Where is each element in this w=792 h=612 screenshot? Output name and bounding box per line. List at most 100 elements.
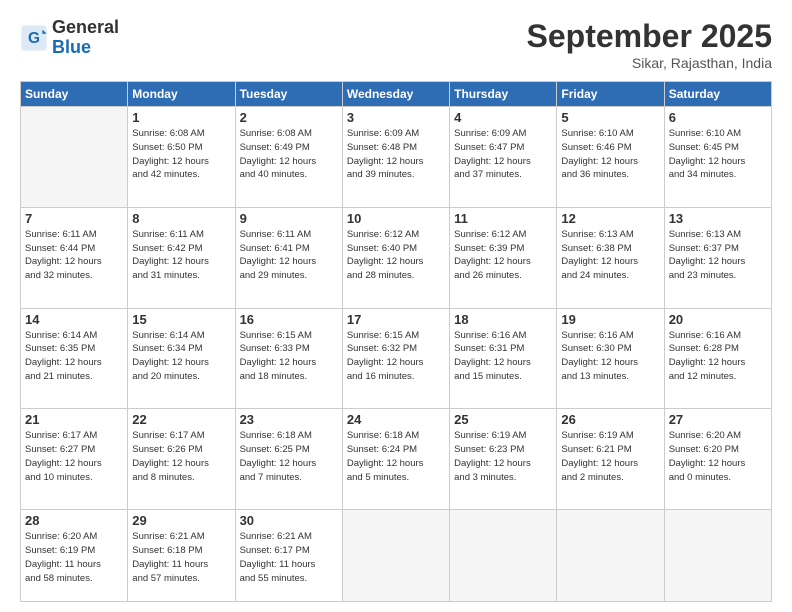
- day-number: 4: [454, 110, 552, 125]
- week-row-4: 21 Sunrise: 6:17 AMSunset: 6:27 PMDayligh…: [21, 409, 772, 510]
- calendar-cell: 4 Sunrise: 6:09 AMSunset: 6:47 PMDaylight…: [450, 107, 557, 208]
- calendar-cell: 17 Sunrise: 6:15 AMSunset: 6:32 PMDayligh…: [342, 308, 449, 409]
- logo-general: General: [52, 18, 119, 38]
- day-number: 6: [669, 110, 767, 125]
- day-number: 1: [132, 110, 230, 125]
- day-info: Sunrise: 6:19 AMSunset: 6:23 PMDaylight:…: [454, 429, 552, 484]
- day-info: Sunrise: 6:08 AMSunset: 6:50 PMDaylight:…: [132, 127, 230, 182]
- calendar-cell: 10 Sunrise: 6:12 AMSunset: 6:40 PMDayligh…: [342, 207, 449, 308]
- calendar-cell: 20Sunrise: 6:16 AMSunset: 6:28 PMDayligh…: [664, 308, 771, 409]
- day-number: 14: [25, 312, 123, 327]
- calendar-cell: 16 Sunrise: 6:15 AMSunset: 6:33 PMDayligh…: [235, 308, 342, 409]
- week-row-1: 1 Sunrise: 6:08 AMSunset: 6:50 PMDaylight…: [21, 107, 772, 208]
- calendar-cell: 30 Sunrise: 6:21 AMSunset: 6:17 PMDayligh…: [235, 510, 342, 602]
- day-info: Sunrise: 6:20 AMSunset: 6:19 PMDaylight:…: [25, 530, 123, 585]
- day-info: Sunrise: 6:20 AMSunset: 6:20 PMDaylight:…: [669, 429, 767, 484]
- day-info: Sunrise: 6:12 AMSunset: 6:40 PMDaylight:…: [347, 228, 445, 283]
- day-info: Sunrise: 6:12 AMSunset: 6:39 PMDaylight:…: [454, 228, 552, 283]
- day-number: 2: [240, 110, 338, 125]
- col-header-wednesday: Wednesday: [342, 82, 449, 107]
- day-number: 29: [132, 513, 230, 528]
- calendar-cell: [557, 510, 664, 602]
- col-header-friday: Friday: [557, 82, 664, 107]
- day-info: Sunrise: 6:10 AMSunset: 6:45 PMDaylight:…: [669, 127, 767, 182]
- day-number: 11: [454, 211, 552, 226]
- week-row-2: 7 Sunrise: 6:11 AMSunset: 6:44 PMDaylight…: [21, 207, 772, 308]
- day-info: Sunrise: 6:17 AMSunset: 6:27 PMDaylight:…: [25, 429, 123, 484]
- calendar: SundayMondayTuesdayWednesdayThursdayFrid…: [20, 81, 772, 602]
- day-info: Sunrise: 6:16 AMSunset: 6:30 PMDaylight:…: [561, 329, 659, 384]
- calendar-cell: [342, 510, 449, 602]
- day-info: Sunrise: 6:15 AMSunset: 6:32 PMDaylight:…: [347, 329, 445, 384]
- calendar-cell: 14Sunrise: 6:14 AMSunset: 6:35 PMDayligh…: [21, 308, 128, 409]
- day-number: 12: [561, 211, 659, 226]
- day-number: 15: [132, 312, 230, 327]
- day-number: 7: [25, 211, 123, 226]
- calendar-cell: 2 Sunrise: 6:08 AMSunset: 6:49 PMDaylight…: [235, 107, 342, 208]
- calendar-cell: 18 Sunrise: 6:16 AMSunset: 6:31 PMDayligh…: [450, 308, 557, 409]
- calendar-cell: 28 Sunrise: 6:20 AMSunset: 6:19 PMDayligh…: [21, 510, 128, 602]
- day-info: Sunrise: 6:08 AMSunset: 6:49 PMDaylight:…: [240, 127, 338, 182]
- day-info: Sunrise: 6:09 AMSunset: 6:47 PMDaylight:…: [454, 127, 552, 182]
- week-row-3: 14Sunrise: 6:14 AMSunset: 6:35 PMDayligh…: [21, 308, 772, 409]
- calendar-cell: 5Sunrise: 6:10 AMSunset: 6:46 PMDaylight…: [557, 107, 664, 208]
- header: G General Blue September 2025 Sikar, Raj…: [20, 18, 772, 71]
- day-info: Sunrise: 6:17 AMSunset: 6:26 PMDaylight:…: [132, 429, 230, 484]
- day-number: 20: [669, 312, 767, 327]
- day-info: Sunrise: 6:16 AMSunset: 6:31 PMDaylight:…: [454, 329, 552, 384]
- day-info: Sunrise: 6:13 AMSunset: 6:38 PMDaylight:…: [561, 228, 659, 283]
- day-number: 17: [347, 312, 445, 327]
- calendar-cell: 1 Sunrise: 6:08 AMSunset: 6:50 PMDaylight…: [128, 107, 235, 208]
- calendar-cell: 6 Sunrise: 6:10 AMSunset: 6:45 PMDaylight…: [664, 107, 771, 208]
- day-number: 22: [132, 412, 230, 427]
- calendar-cell: 19Sunrise: 6:16 AMSunset: 6:30 PMDayligh…: [557, 308, 664, 409]
- col-header-thursday: Thursday: [450, 82, 557, 107]
- month-title: September 2025: [527, 18, 772, 55]
- calendar-cell: 13Sunrise: 6:13 AMSunset: 6:37 PMDayligh…: [664, 207, 771, 308]
- calendar-cell: [664, 510, 771, 602]
- day-number: 3: [347, 110, 445, 125]
- header-row: SundayMondayTuesdayWednesdayThursdayFrid…: [21, 82, 772, 107]
- location-subtitle: Sikar, Rajasthan, India: [527, 55, 772, 71]
- calendar-cell: 7 Sunrise: 6:11 AMSunset: 6:44 PMDaylight…: [21, 207, 128, 308]
- calendar-cell: 21 Sunrise: 6:17 AMSunset: 6:27 PMDayligh…: [21, 409, 128, 510]
- calendar-cell: 8 Sunrise: 6:11 AMSunset: 6:42 PMDaylight…: [128, 207, 235, 308]
- col-header-saturday: Saturday: [664, 82, 771, 107]
- day-info: Sunrise: 6:18 AMSunset: 6:25 PMDaylight:…: [240, 429, 338, 484]
- title-block: September 2025 Sikar, Rajasthan, India: [527, 18, 772, 71]
- day-info: Sunrise: 6:19 AMSunset: 6:21 PMDaylight:…: [561, 429, 659, 484]
- calendar-cell: 24Sunrise: 6:18 AMSunset: 6:24 PMDayligh…: [342, 409, 449, 510]
- col-header-sunday: Sunday: [21, 82, 128, 107]
- day-number: 13: [669, 211, 767, 226]
- day-number: 10: [347, 211, 445, 226]
- logo-blue: Blue: [52, 38, 119, 58]
- day-number: 25: [454, 412, 552, 427]
- day-number: 18: [454, 312, 552, 327]
- calendar-cell: 9Sunrise: 6:11 AMSunset: 6:41 PMDaylight…: [235, 207, 342, 308]
- day-number: 23: [240, 412, 338, 427]
- week-row-5: 28 Sunrise: 6:20 AMSunset: 6:19 PMDayligh…: [21, 510, 772, 602]
- day-number: 16: [240, 312, 338, 327]
- day-info: Sunrise: 6:15 AMSunset: 6:33 PMDaylight:…: [240, 329, 338, 384]
- calendar-cell: 26 Sunrise: 6:19 AMSunset: 6:21 PMDayligh…: [557, 409, 664, 510]
- day-number: 28: [25, 513, 123, 528]
- day-info: Sunrise: 6:09 AMSunset: 6:48 PMDaylight:…: [347, 127, 445, 182]
- day-info: Sunrise: 6:11 AMSunset: 6:44 PMDaylight:…: [25, 228, 123, 283]
- calendar-cell: 22 Sunrise: 6:17 AMSunset: 6:26 PMDayligh…: [128, 409, 235, 510]
- logo-icon: G: [20, 24, 48, 52]
- day-info: Sunrise: 6:10 AMSunset: 6:46 PMDaylight:…: [561, 127, 659, 182]
- day-number: 21: [25, 412, 123, 427]
- day-info: Sunrise: 6:11 AMSunset: 6:42 PMDaylight:…: [132, 228, 230, 283]
- day-number: 30: [240, 513, 338, 528]
- day-number: 9: [240, 211, 338, 226]
- day-number: 8: [132, 211, 230, 226]
- day-number: 26: [561, 412, 659, 427]
- logo-text: General Blue: [52, 18, 119, 58]
- calendar-cell: 25 Sunrise: 6:19 AMSunset: 6:23 PMDayligh…: [450, 409, 557, 510]
- day-info: Sunrise: 6:14 AMSunset: 6:34 PMDaylight:…: [132, 329, 230, 384]
- col-header-tuesday: Tuesday: [235, 82, 342, 107]
- svg-text:G: G: [28, 30, 40, 47]
- calendar-cell: [450, 510, 557, 602]
- calendar-cell: 23 Sunrise: 6:18 AMSunset: 6:25 PMDayligh…: [235, 409, 342, 510]
- day-info: Sunrise: 6:21 AMSunset: 6:17 PMDaylight:…: [240, 530, 338, 585]
